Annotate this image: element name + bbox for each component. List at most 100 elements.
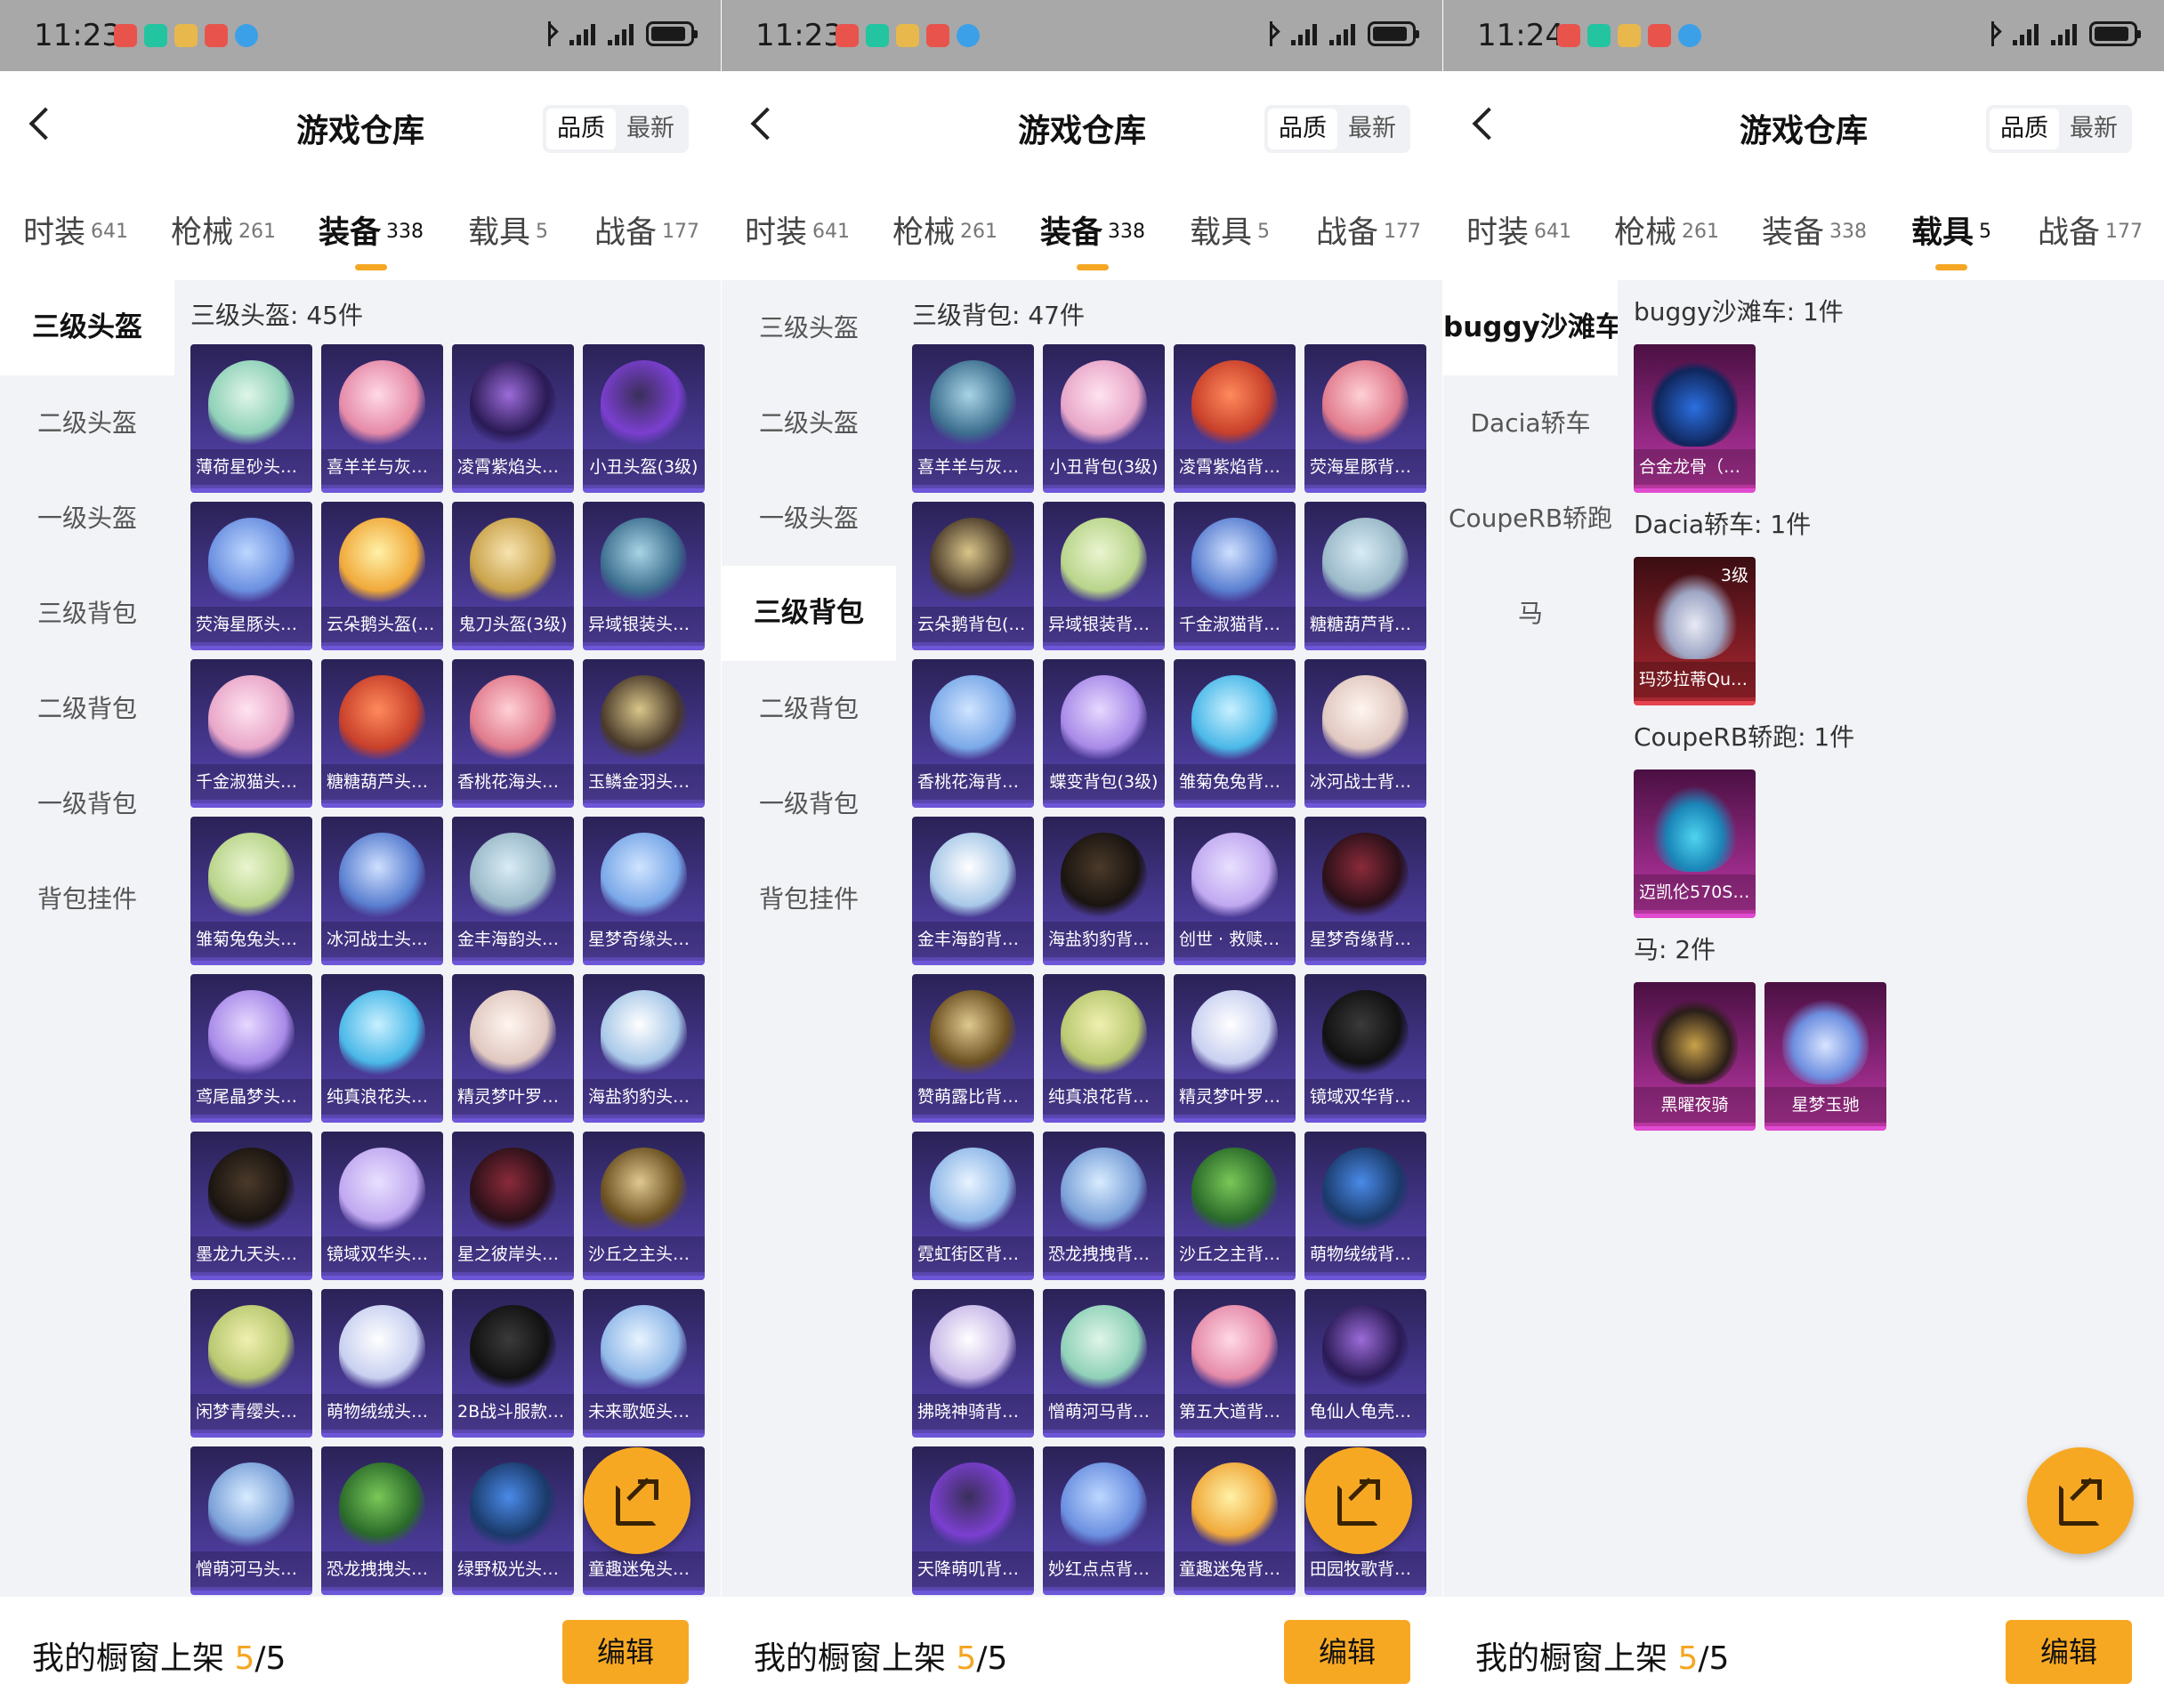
item-card[interactable]: 童趣迷兔背包(3级) [1174, 1446, 1296, 1595]
item-card[interactable]: 恐龙拽拽背包(3级) [1043, 1132, 1165, 1280]
item-card[interactable]: 第五大道背包(3级) [1174, 1289, 1296, 1438]
sidebar-item[interactable]: 一级背包 [0, 756, 174, 851]
item-card[interactable]: 鸢尾晶梦头盔(3级) [190, 974, 312, 1123]
sort-quality-button[interactable]: 品质 [1268, 109, 1337, 149]
item-card[interactable]: 小丑背包(3级) [1043, 344, 1165, 493]
item-card[interactable]: 绿野极光头盔(3级) [452, 1446, 574, 1595]
tab-vehicles[interactable]: 载具 5 [468, 207, 548, 253]
edit-button[interactable]: 编辑 [1284, 1620, 1410, 1684]
item-card[interactable]: 沙丘之主头盔(3级) [583, 1132, 705, 1280]
item-card[interactable]: 闲梦青缨头盔(3级) [190, 1289, 312, 1438]
item-card[interactable]: 精灵梦叶罗头盔(3级) [452, 974, 574, 1123]
item-card[interactable]: 沙丘之主背包(3级) [1174, 1132, 1296, 1280]
sidebar-item[interactable]: 背包挂件 [0, 851, 174, 947]
item-card[interactable]: 玉鳞金羽头盔(3级) [583, 659, 705, 808]
tab-equipment[interactable]: 装备 338 [319, 207, 424, 270]
sidebar-item[interactable]: 马 [1443, 566, 1618, 661]
tab-supplies[interactable]: 战备 177 [2038, 207, 2143, 253]
vehicle-card[interactable]: 合金龙骨（buggy） [1634, 344, 1756, 493]
share-button[interactable] [2027, 1447, 2134, 1554]
item-card[interactable]: 冰河战士头盔(3级) [321, 817, 443, 965]
item-card[interactable]: 纯真浪花头盔(3级) [321, 974, 443, 1123]
item-card[interactable]: 未来歌姬头盔(3级) [583, 1289, 705, 1438]
edit-button[interactable]: 编辑 [562, 1620, 689, 1684]
item-card[interactable]: 云朵鹅头盔(3级) [321, 502, 443, 650]
item-card[interactable]: 龟仙人龟壳背包(3级) [1304, 1289, 1426, 1438]
sort-latest-button[interactable]: 最新 [1337, 109, 1407, 149]
item-card[interactable]: 金丰海韵头盔(3级) [452, 817, 574, 965]
sidebar-item[interactable]: 二级背包 [722, 661, 896, 756]
tab-firearms[interactable]: 枪械 261 [1614, 207, 1719, 253]
item-card[interactable]: 恐龙拽拽头盔(3级) [321, 1446, 443, 1595]
sidebar-item[interactable]: 二级头盔 [0, 375, 174, 471]
item-card[interactable]: 墨龙九天头盔(3级) [190, 1132, 312, 1280]
sidebar-item[interactable]: 二级头盔 [722, 375, 896, 471]
item-card[interactable]: 星梦奇缘头盔(3级) [583, 817, 705, 965]
sidebar-item[interactable]: CoupeRB轿跑 [1443, 471, 1618, 566]
item-card[interactable]: 霓虹街区背包(3级) [912, 1132, 1034, 1280]
item-card[interactable]: 雏菊兔兔背包(3级) [1174, 659, 1296, 808]
tab-vehicles[interactable]: 载具 5 [1190, 207, 1270, 253]
sort-quality-button[interactable]: 品质 [1990, 109, 2059, 149]
tab-firearms[interactable]: 枪械 261 [171, 207, 276, 253]
item-card[interactable]: 小丑头盔(3级) [583, 344, 705, 493]
item-card[interactable]: 荧海星豚背包(3级) [1304, 344, 1426, 493]
item-card[interactable]: 海盐豹豹头盔(3级) [583, 974, 705, 1123]
item-card[interactable]: 喜羊羊与灰太狼背包(3级) [912, 344, 1034, 493]
sidebar-item[interactable]: buggy沙滩车 [1443, 280, 1623, 375]
sidebar-item[interactable]: 三级背包 [722, 566, 896, 661]
item-card[interactable]: 香桃花海头盔(3级) [452, 659, 574, 808]
sidebar-item[interactable]: 三级头盔 [0, 280, 174, 375]
item-card[interactable]: 异域银装头盔(3级) [583, 502, 705, 650]
item-card[interactable]: 创世 · 救赎背包(3级) [1174, 817, 1296, 965]
sidebar-item[interactable]: 背包挂件 [722, 851, 896, 947]
item-card[interactable]: 海盐豹豹背包(3级) [1043, 817, 1165, 965]
item-card[interactable]: 精灵梦叶罗背包(3级) [1174, 974, 1296, 1123]
sidebar-item[interactable]: 一级头盔 [722, 471, 896, 566]
item-card[interactable]: 冰河战士背包(3级) [1304, 659, 1426, 808]
tab-equipment[interactable]: 装备 338 [1040, 207, 1145, 270]
tab-supplies[interactable]: 战备 177 [1316, 207, 1421, 253]
item-card[interactable]: 憎萌河马背包(3级) [1043, 1289, 1165, 1438]
item-card[interactable]: 妙红点点背包(3级) [1043, 1446, 1165, 1595]
vehicle-card[interactable]: 黑曜夜骑 [1634, 982, 1756, 1131]
item-card[interactable]: 天降萌叽背包(3级) [912, 1446, 1034, 1595]
sidebar-item[interactable]: 二级背包 [0, 661, 174, 756]
item-card[interactable]: 金丰海韵背包(3级) [912, 817, 1034, 965]
item-card[interactable]: 拂晓神骑背包(3级) [912, 1289, 1034, 1438]
item-card[interactable]: 凌霄紫焰头盔(3级) [452, 344, 574, 493]
item-card[interactable]: 凌霄紫焰背包(3级) [1174, 344, 1296, 493]
item-card[interactable]: 2B战斗服款头盔(3级) [452, 1289, 574, 1438]
item-card[interactable]: 香桃花海背包(3级) [912, 659, 1034, 808]
item-card[interactable]: 千金淑猫头盔(3级) [190, 659, 312, 808]
tab-equipment[interactable]: 装备 338 [1762, 207, 1867, 253]
sidebar-item[interactable]: Dacia轿车 [1443, 375, 1618, 471]
vehicle-card[interactable]: 3级 玛莎拉蒂Quattroporte [1634, 557, 1756, 705]
item-card[interactable]: 糖糖葫芦背包(3级) [1304, 502, 1426, 650]
item-card[interactable]: 赞萌露比背包(3级) [912, 974, 1034, 1123]
item-card[interactable]: 星之彼岸头盔(3级) [452, 1132, 574, 1280]
sidebar-item[interactable]: 三级背包 [0, 566, 174, 661]
tab-supplies[interactable]: 战备 177 [594, 207, 699, 253]
item-card[interactable]: 纯真浪花背包(3级) [1043, 974, 1165, 1123]
tab-fashion[interactable]: 时装 641 [23, 207, 128, 253]
item-card[interactable]: 雏菊兔兔头盔(3级) [190, 817, 312, 965]
sidebar-item[interactable]: 三级头盔 [722, 280, 896, 375]
sidebar-item[interactable]: 一级头盔 [0, 471, 174, 566]
item-card[interactable]: 薄荷星砂头盔(3级) [190, 344, 312, 493]
item-card[interactable]: 千金淑猫背包(3级) [1174, 502, 1296, 650]
item-card[interactable]: 星梦奇缘背包(3级) [1304, 817, 1426, 965]
item-card[interactable]: 云朵鹅背包(3级) [912, 502, 1034, 650]
sort-latest-button[interactable]: 最新 [616, 109, 685, 149]
tab-fashion[interactable]: 时装 641 [1466, 207, 1571, 253]
item-card[interactable]: 喜羊羊与灰太狼头盔(3级) [321, 344, 443, 493]
item-card[interactable]: 憎萌河马头盔(3级) [190, 1446, 312, 1595]
share-button[interactable] [584, 1447, 690, 1554]
item-card[interactable]: 萌物绒绒背包(3级) [1304, 1132, 1426, 1280]
sidebar-item[interactable]: 一级背包 [722, 756, 896, 851]
sort-latest-button[interactable]: 最新 [2059, 109, 2128, 149]
item-card[interactable]: 萌物绒绒头盔(3级) [321, 1289, 443, 1438]
item-card[interactable]: 蝶变背包(3级) [1043, 659, 1165, 808]
item-card[interactable]: 荧海星豚头盔(3级) [190, 502, 312, 650]
tab-firearms[interactable]: 枪械 261 [892, 207, 997, 253]
